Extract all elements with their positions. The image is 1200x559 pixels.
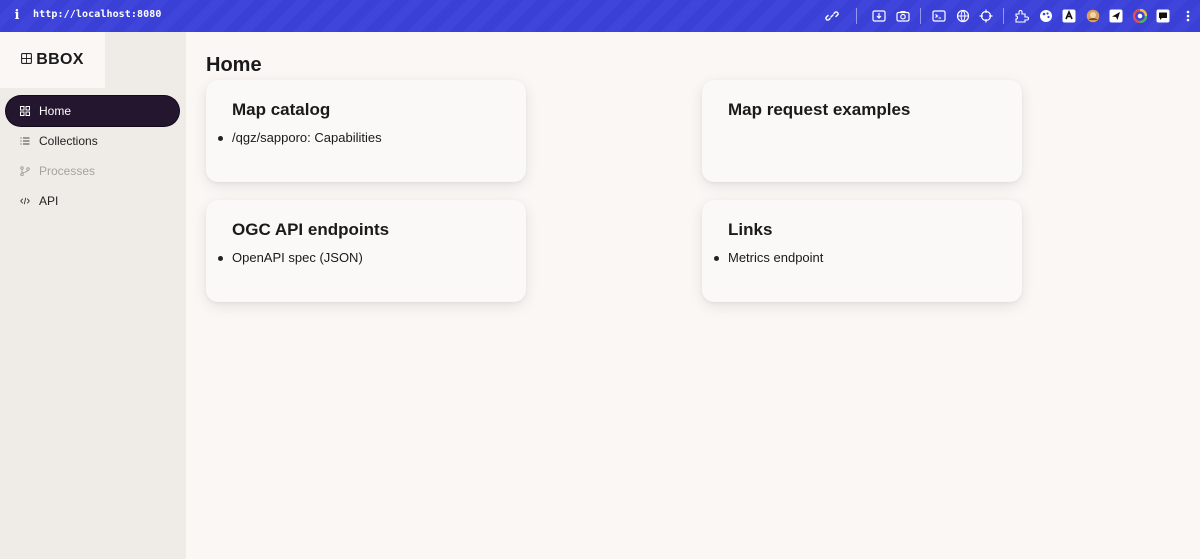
- info-icon[interactable]: i: [12, 8, 22, 24]
- sidebar-item-api[interactable]: API: [6, 186, 179, 216]
- browser-toolbar: i http://localhost:8080: [0, 0, 1200, 32]
- page-title: Home: [206, 54, 262, 76]
- card-list: OpenAPI spec (JSON): [218, 250, 500, 265]
- toolbar-separator: [1003, 8, 1004, 24]
- card-title: Map request examples: [728, 100, 911, 119]
- toolbar-separator: [920, 8, 921, 24]
- extension-dark-icon[interactable]: [1061, 8, 1077, 24]
- toolbar-separator: [856, 8, 857, 24]
- logo-icon: [21, 51, 33, 69]
- url-text[interactable]: http://localhost:8080: [33, 9, 162, 20]
- grid-icon: [20, 106, 30, 116]
- list-item-link[interactable]: /qgz/sapporo: Capabilities: [218, 130, 500, 145]
- list-icon: [20, 136, 30, 146]
- paper-plane-icon[interactable]: [1108, 8, 1124, 24]
- card-title: Links: [728, 220, 773, 239]
- extension-icon[interactable]: [1014, 8, 1030, 24]
- menu-icon[interactable]: [1180, 8, 1196, 24]
- list-item-link[interactable]: Metrics endpoint: [714, 250, 996, 265]
- sidebar-item-label: API: [39, 194, 59, 208]
- globe-icon[interactable]: [955, 8, 971, 24]
- sidebar-item-processes: Processes: [6, 156, 179, 186]
- logo[interactable]: BBOX: [0, 32, 105, 88]
- card-list: Metrics endpoint: [714, 250, 996, 265]
- palette-icon[interactable]: [1038, 8, 1054, 24]
- sidebar-item-label: Home: [39, 104, 72, 118]
- chat-icon[interactable]: [1155, 8, 1171, 24]
- crosshair-icon[interactable]: [978, 8, 994, 24]
- card-title: OGC API endpoints: [232, 220, 390, 239]
- card-list: /qgz/sapporo: Capabilities: [218, 130, 500, 145]
- branch-icon: [20, 166, 30, 176]
- color-wheel-icon[interactable]: [1132, 8, 1148, 24]
- sidebar-nav: Home Collections Processes API: [6, 96, 179, 216]
- code-icon: [20, 196, 30, 206]
- camera-icon[interactable]: [895, 8, 911, 24]
- avatar-icon[interactable]: [1085, 8, 1101, 24]
- list-item-link[interactable]: OpenAPI spec (JSON): [218, 250, 500, 265]
- card-ogc-api-endpoints: OGC API endpoints OpenAPI spec (JSON): [206, 200, 526, 302]
- link-icon[interactable]: [824, 8, 840, 24]
- sidebar: BBOX Home Collections Processes API: [0, 32, 186, 559]
- sidebar-item-label: Processes: [39, 164, 96, 178]
- card-title: Map catalog: [232, 100, 331, 119]
- terminal-icon[interactable]: [931, 8, 947, 24]
- sidebar-item-label: Collections: [39, 134, 98, 148]
- sidebar-item-collections[interactable]: Collections: [6, 126, 179, 156]
- sidebar-item-home[interactable]: Home: [6, 96, 179, 126]
- card-links: Links Metrics endpoint: [702, 200, 1022, 302]
- card-map-request-examples: Map request examples: [702, 80, 1022, 182]
- card-map-catalog: Map catalog /qgz/sapporo: Capabilities: [206, 80, 526, 182]
- download-icon[interactable]: [871, 8, 887, 24]
- logo-text: BBOX: [36, 51, 84, 68]
